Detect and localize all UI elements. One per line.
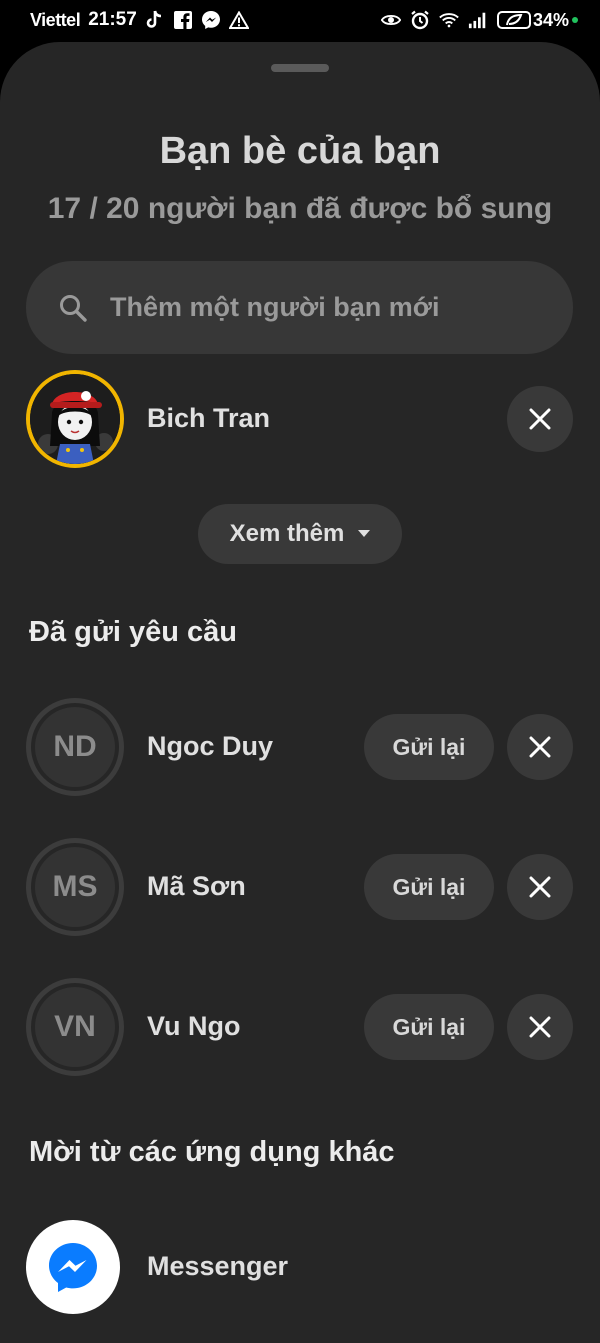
battery-percent: 34% <box>532 9 569 30</box>
app-name: Messenger <box>147 1251 289 1281</box>
app-icon-container <box>26 1220 120 1314</box>
close-icon <box>529 736 551 758</box>
facebook-icon <box>173 10 193 30</box>
invite-app-row[interactable]: Messenger <box>0 1220 600 1320</box>
see-more-label: Xem thêm <box>229 520 345 547</box>
avatar-initials: VN <box>35 987 115 1067</box>
request-name: Vu Ngo <box>147 1011 241 1041</box>
friend-count: 17 / 20 người bạn đã được bổ sung <box>47 192 553 225</box>
close-icon <box>529 876 551 898</box>
friend-name: Bich Tran <box>147 403 271 433</box>
sheet-title: Bạn bè của bạn <box>159 130 441 172</box>
avatar[interactable]: VN <box>26 978 124 1076</box>
close-icon <box>529 408 551 430</box>
remove-friend-button[interactable] <box>507 386 573 452</box>
invite-section-title: Mời từ các ứng dụng khác <box>29 1136 395 1168</box>
close-icon <box>529 1016 551 1038</box>
status-left: Viettel 21:57 <box>30 9 249 31</box>
search-bar[interactable] <box>26 261 573 354</box>
status-right: 34% <box>380 9 578 31</box>
avatar[interactable]: MS <box>26 838 124 936</box>
eye-icon <box>380 10 401 30</box>
drag-handle[interactable] <box>271 64 329 72</box>
request-row: VN Vu Ngo Gửi lại <box>0 978 600 1078</box>
charging-dot <box>572 17 578 23</box>
request-row: ND Ngoc Duy Gửi lại <box>0 698 600 798</box>
cancel-request-button[interactable] <box>507 714 573 780</box>
tiktok-icon <box>145 10 165 30</box>
warning-icon <box>228 10 249 30</box>
avatar-illustration <box>30 374 120 464</box>
search-input[interactable] <box>110 292 550 323</box>
resend-button[interactable]: Gửi lại <box>364 714 494 780</box>
messenger-icon <box>201 10 221 30</box>
status-time: 21:57 <box>88 9 137 30</box>
cancel-request-button[interactable] <box>507 854 573 920</box>
request-row: MS Mã Sơn Gửi lại <box>0 838 600 938</box>
signal-icon <box>468 10 488 30</box>
see-more-button[interactable]: Xem thêm <box>198 504 402 564</box>
sent-requests-title: Đã gửi yêu cầu <box>29 616 237 648</box>
avatar[interactable] <box>26 370 124 468</box>
resend-button[interactable]: Gửi lại <box>364 854 494 920</box>
friend-row: Bich Tran <box>0 370 600 470</box>
alarm-icon <box>410 10 430 30</box>
request-name: Mã Sơn <box>147 871 246 901</box>
avatar[interactable]: ND <box>26 698 124 796</box>
resend-button[interactable]: Gửi lại <box>364 994 494 1060</box>
cancel-request-button[interactable] <box>507 994 573 1060</box>
carrier-name: Viettel <box>30 9 81 30</box>
wifi-icon <box>439 10 459 30</box>
avatar-initials: ND <box>35 707 115 787</box>
avatar-initials: MS <box>35 847 115 927</box>
friends-sheet: Bạn bè của bạn 17 / 20 người bạn đã được… <box>0 42 600 1343</box>
request-name: Ngoc Duy <box>147 731 274 761</box>
status-bar: Viettel 21:57 34% <box>0 0 600 40</box>
battery-indicator: 34% <box>496 9 578 31</box>
caret-down-icon <box>358 530 371 537</box>
search-icon <box>58 293 88 323</box>
battery-icon <box>496 11 531 29</box>
messenger-icon <box>49 1243 97 1292</box>
